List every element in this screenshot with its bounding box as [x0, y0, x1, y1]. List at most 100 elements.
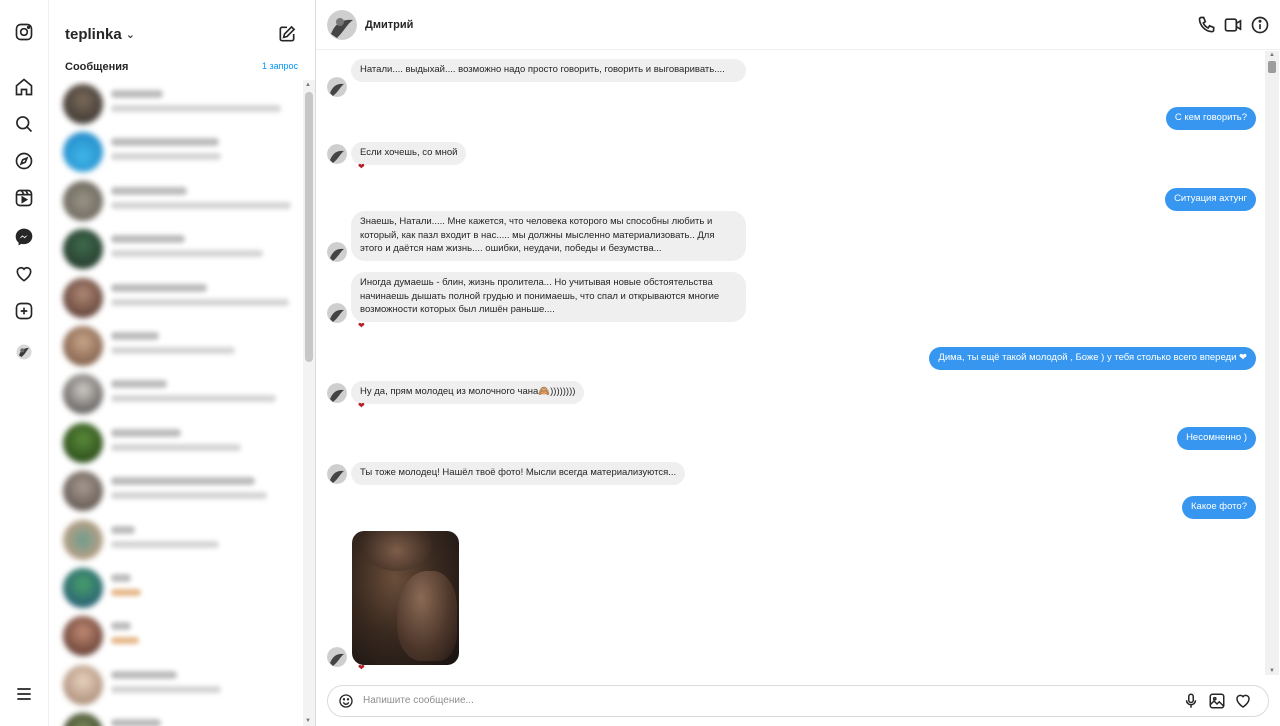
scroll-up-arrow-icon[interactable]: ▲	[1269, 52, 1275, 58]
incoming-message[interactable]: Иногда думаешь - блин, жизнь пролитела..…	[351, 272, 746, 322]
scroll-down-arrow-icon[interactable]: ▼	[305, 718, 311, 724]
conversation-row[interactable]	[49, 128, 304, 176]
conversation-row[interactable]	[49, 709, 304, 726]
scrollbar-thumb[interactable]	[305, 92, 313, 362]
video-call-icon[interactable]	[1223, 15, 1243, 35]
avatar	[63, 567, 103, 608]
avatar	[63, 713, 103, 726]
message-preview-blurred	[111, 298, 289, 306]
compose-icon[interactable]	[277, 24, 297, 44]
photo-detail	[397, 571, 457, 661]
avatar	[63, 180, 103, 221]
message-list-scrollbar[interactable]: ▲ ▼	[1265, 51, 1279, 675]
outgoing-message[interactable]: Какое фото?	[1182, 496, 1256, 519]
incoming-message[interactable]: Знаешь, Натали..... Мне кажется, что чел…	[351, 211, 746, 261]
outgoing-message[interactable]: С кем говорить?	[1165, 107, 1256, 130]
message-preview-blurred	[111, 201, 291, 209]
conversation-row[interactable]	[49, 516, 304, 564]
conversation-row[interactable]	[49, 80, 304, 128]
conversation-list	[49, 80, 304, 726]
conversation-row[interactable]	[49, 661, 304, 709]
microphone-icon[interactable]	[1182, 692, 1200, 710]
message-preview-blurred	[111, 346, 235, 354]
contact-name-blurred	[111, 186, 187, 195]
heart-reaction-icon[interactable]: ❤	[358, 402, 365, 410]
conversation-row[interactable]	[49, 225, 304, 273]
message-composer[interactable]: Напишите сообщение...	[327, 685, 1269, 717]
home-icon[interactable]	[14, 77, 34, 97]
messages-section-title: Сообщения	[65, 61, 129, 73]
heart-reaction-icon[interactable]: ❤	[358, 163, 365, 171]
avatar	[63, 471, 103, 512]
scroll-up-arrow-icon[interactable]: ▲	[305, 82, 311, 88]
heart-reaction-icon[interactable]: ❤	[358, 664, 365, 672]
message-list: Натали.... выдыхай.... возможно надо про…	[316, 51, 1266, 681]
conversation-row[interactable]	[49, 370, 304, 418]
scrollbar-thumb[interactable]	[1268, 61, 1276, 73]
avatar	[63, 277, 103, 318]
conversation-row[interactable]	[49, 177, 304, 225]
message-preview-blurred	[111, 153, 221, 161]
message-preview-blurred	[111, 395, 276, 403]
heart-reaction-icon[interactable]: ❤	[358, 322, 365, 330]
incoming-message[interactable]: Натали.... выдыхай.... возможно надо про…	[351, 59, 746, 82]
shared-photo[interactable]	[352, 531, 459, 665]
message-preview-blurred	[111, 540, 219, 548]
info-icon[interactable]	[1250, 15, 1270, 35]
instagram-direct-window: teplinka ⌄ Сообщения 1 запрос ▲ ▼ Дмитри…	[0, 0, 1280, 726]
heart-icon[interactable]	[14, 264, 34, 284]
sender-avatar	[327, 303, 347, 323]
contact-name-blurred	[111, 622, 131, 631]
image-upload-icon[interactable]	[1208, 692, 1226, 710]
contact-name-blurred	[111, 283, 207, 292]
message-preview-blurred	[111, 588, 141, 596]
like-heart-icon[interactable]	[1234, 692, 1252, 710]
conversation-row[interactable]	[49, 274, 304, 322]
conversation-list-scrollbar[interactable]: ▲ ▼	[303, 80, 315, 726]
incoming-message[interactable]: Ну да, прям молодец из молочного чана🙈))…	[351, 381, 585, 404]
messenger-icon[interactable]	[14, 227, 34, 247]
conversation-row[interactable]	[49, 564, 304, 612]
sender-avatar	[327, 144, 347, 164]
reels-icon[interactable]	[14, 188, 34, 208]
outgoing-message[interactable]: Несомненно )	[1177, 427, 1256, 450]
account-name: teplinka	[65, 26, 122, 43]
explore-icon[interactable]	[14, 151, 34, 171]
profile-avatar[interactable]	[14, 342, 34, 362]
message-preview-blurred	[111, 492, 267, 500]
conversation-row[interactable]	[49, 419, 304, 467]
contact-name-blurred	[111, 428, 181, 437]
conversation-row[interactable]	[49, 612, 304, 660]
contact-name-blurred	[111, 331, 159, 340]
conversation-row[interactable]	[49, 322, 304, 370]
emoji-icon[interactable]	[338, 693, 354, 709]
chat-header: Дмитрий	[316, 0, 1280, 50]
sender-avatar	[327, 242, 347, 262]
incoming-message[interactable]: Если хочешь, со мной	[351, 142, 467, 165]
incoming-message[interactable]: Ты тоже молодец! Нашёл твоё фото! Мысли …	[351, 462, 686, 485]
conversation-row[interactable]	[49, 467, 304, 515]
sender-avatar	[327, 383, 347, 403]
outgoing-message[interactable]: Ситуация ахтунг	[1165, 188, 1256, 211]
message-preview-blurred	[111, 105, 281, 112]
search-icon[interactable]	[14, 114, 34, 134]
requests-link[interactable]: 1 запрос	[262, 61, 298, 71]
account-switcher[interactable]: teplinka ⌄	[65, 26, 135, 43]
chevron-down-icon: ⌄	[125, 29, 135, 41]
menu-icon[interactable]	[14, 684, 34, 704]
contact-name-blurred	[111, 90, 163, 98]
phone-icon[interactable]	[1197, 15, 1217, 35]
create-icon[interactable]	[14, 301, 34, 321]
contact-name-blurred	[111, 380, 167, 389]
message-input[interactable]: Напишите сообщение...	[363, 695, 474, 706]
avatar	[63, 132, 103, 173]
outgoing-message[interactable]: Дима, ты ещё такой молодой , Боже ) у те…	[929, 347, 1256, 370]
contact-avatar[interactable]	[327, 10, 357, 40]
contact-name[interactable]: Дмитрий	[365, 19, 413, 31]
instagram-icon[interactable]	[14, 22, 34, 42]
scroll-down-arrow-icon[interactable]: ▼	[1269, 668, 1275, 674]
contact-name-blurred	[111, 138, 219, 147]
sender-avatar	[327, 77, 347, 97]
contact-name-blurred	[111, 477, 255, 486]
avatar	[63, 616, 103, 657]
